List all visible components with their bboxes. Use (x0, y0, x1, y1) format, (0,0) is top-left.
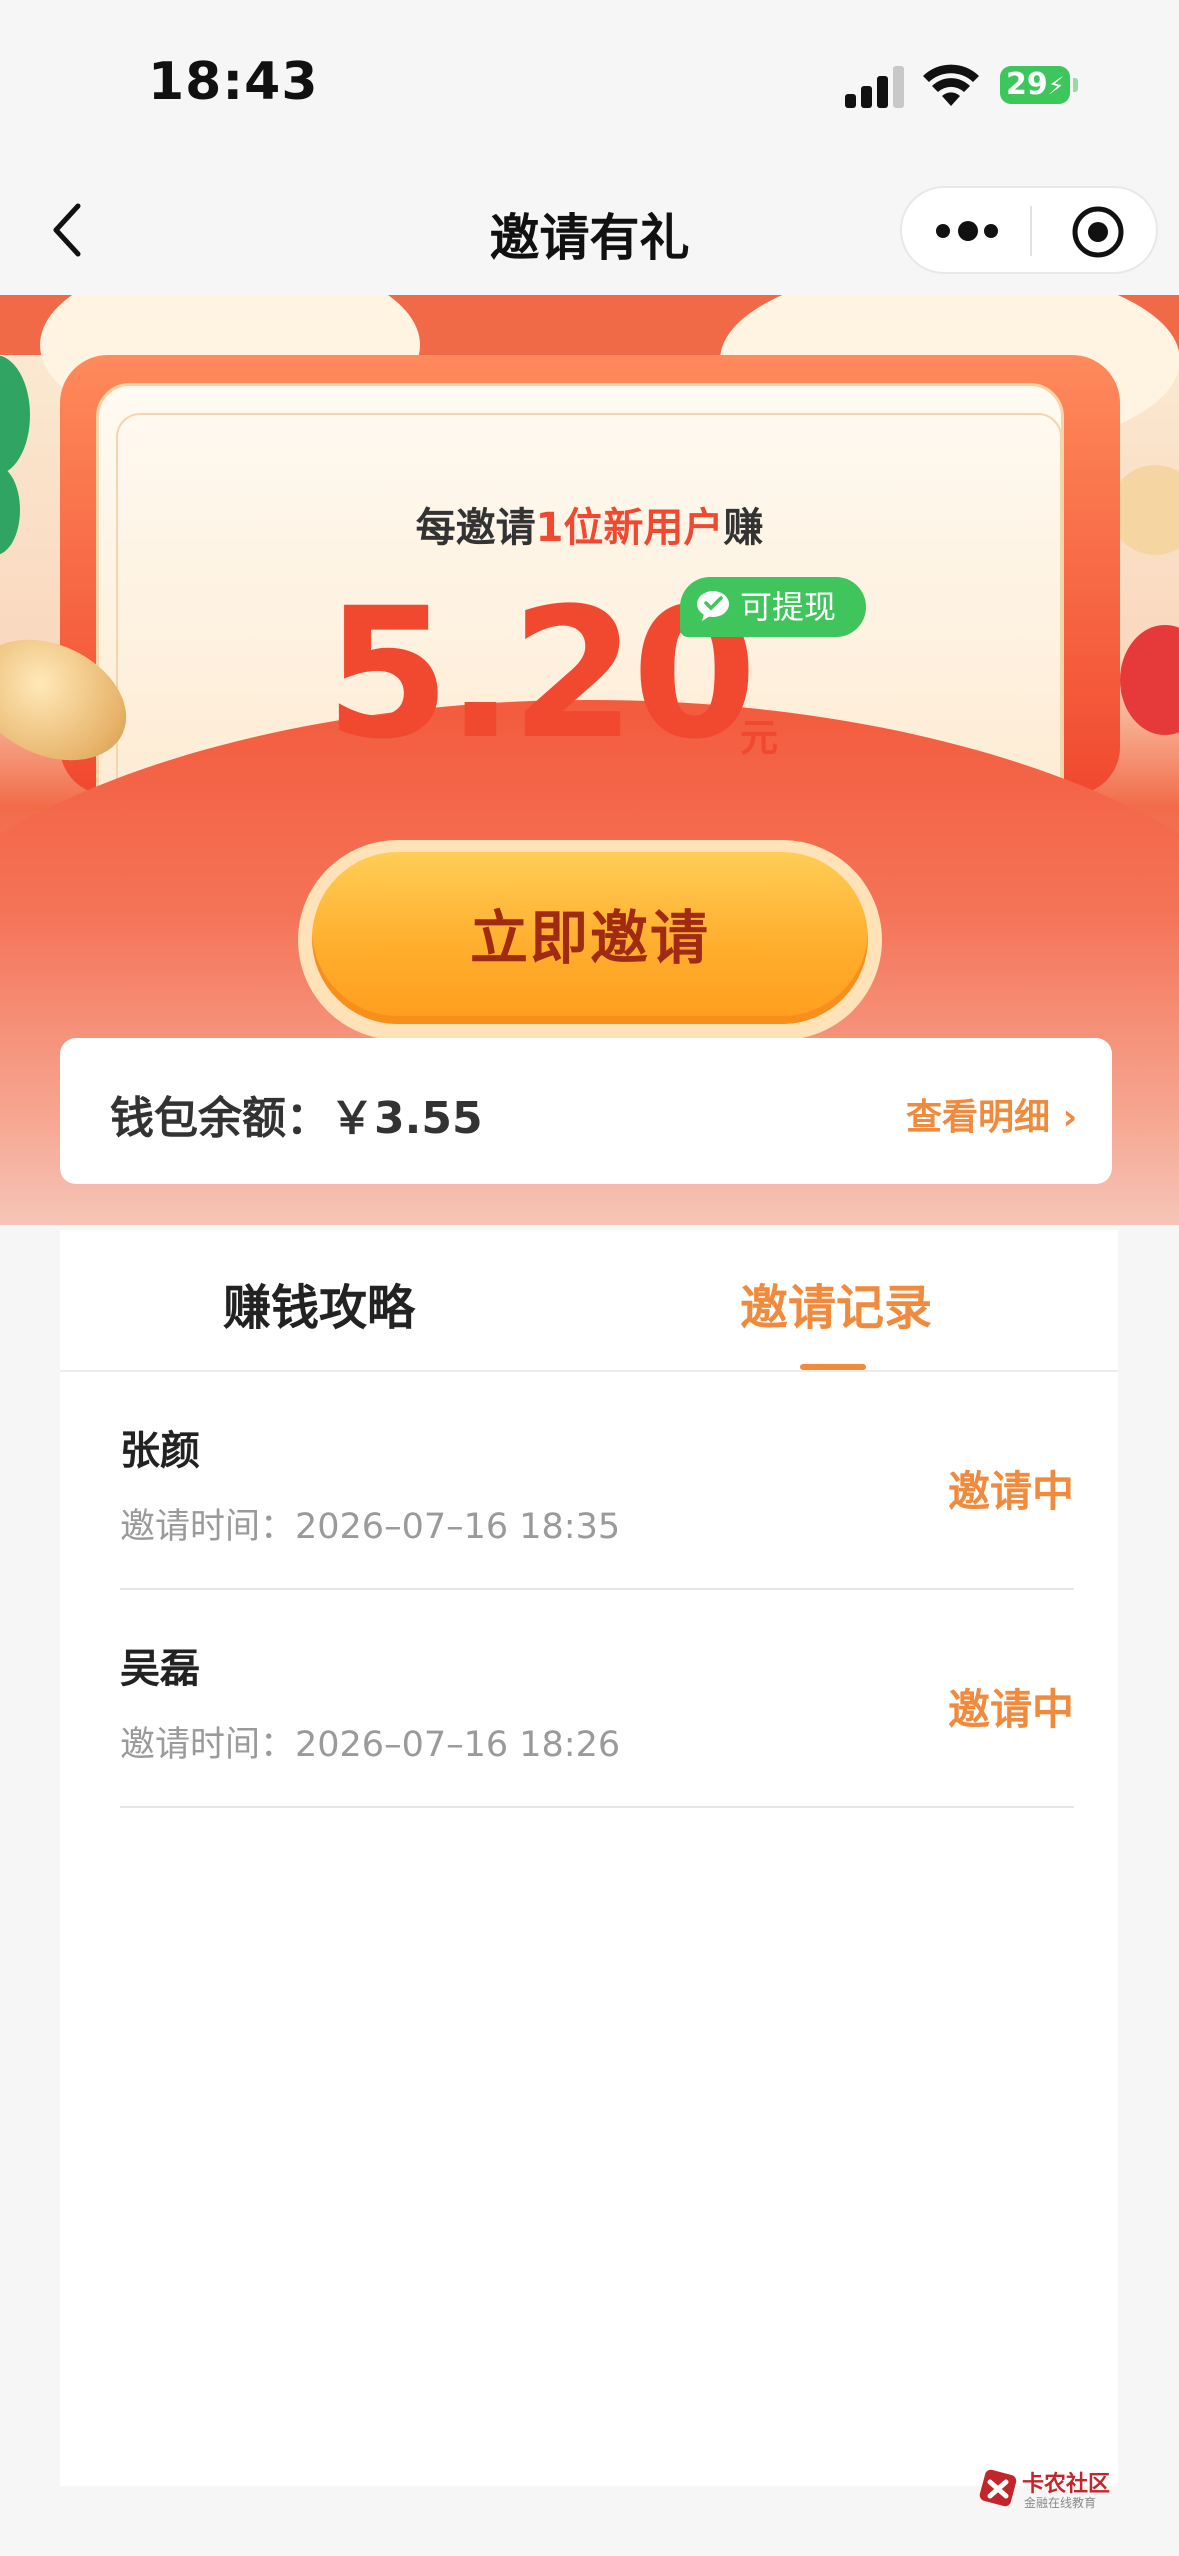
withdrawable-badge: 可提现 (680, 577, 866, 637)
miniprogram-capsule (900, 186, 1158, 274)
reward-unit: 元 (740, 716, 779, 760)
headline-prefix: 每邀请 (415, 505, 536, 551)
invite-now-button[interactable]: 立即邀请 (312, 852, 868, 1024)
list-item[interactable]: 张颜 邀请时间：2026–07–16 18:35 邀请中 (120, 1372, 1074, 1590)
headline-suffix: 赚 (723, 505, 764, 551)
clock: 18:43 (148, 52, 319, 112)
invite-time: 邀请时间：2026–07–16 18:35 (120, 1507, 621, 1547)
status-bar: 18:43 29⚡ (0, 0, 1179, 160)
view-details-link[interactable]: 查看明细 › (906, 1088, 1077, 1140)
tree-decoration (0, 355, 30, 475)
invitee-name: 吴磊 (120, 1646, 200, 1692)
records-panel: 赚钱攻略 邀请记录 张颜 邀请时间：2026–07–16 18:35 邀请中 吴… (60, 1230, 1118, 2486)
invite-status: 邀请中 (948, 1467, 1075, 1516)
watermark-subtitle: 金融在线教育 (1024, 2496, 1097, 2510)
tab-invite-records[interactable]: 邀请记录 (740, 1268, 932, 1338)
battery-level: 29 (1006, 67, 1048, 102)
active-tab-indicator (800, 1364, 866, 1370)
nav-bar: 邀请有礼 (0, 160, 1179, 295)
watermark: 卡农社区 金融在线教育 (978, 2462, 1128, 2514)
withdrawable-text: 可提现 (740, 588, 837, 626)
capsule-divider (1030, 206, 1032, 256)
kanong-logo-icon (979, 2469, 1017, 2507)
list-item[interactable]: 吴磊 邀请时间：2026–07–16 18:26 邀请中 (120, 1590, 1074, 1808)
wallet-balance-card: 钱包余额：￥3.55 查看明细 › (60, 1038, 1112, 1184)
wechat-icon (697, 591, 729, 621)
wallet-balance-label: 钱包余额：￥3.55 (110, 1093, 483, 1144)
wifi-icon (923, 64, 979, 106)
lantern-decoration (1120, 625, 1179, 735)
invite-time: 邀请时间：2026–07–16 18:26 (120, 1725, 621, 1765)
more-options-icon[interactable] (936, 216, 1000, 246)
invitee-name: 张颜 (120, 1428, 200, 1474)
invite-status: 邀请中 (948, 1685, 1075, 1734)
tab-earning-guide[interactable]: 赚钱攻略 (223, 1268, 415, 1338)
headline-highlight: 1位新用户 (535, 505, 724, 551)
cellular-signal-icon (845, 66, 907, 108)
battery-cap (1073, 78, 1078, 92)
battery-icon: 29⚡ (1000, 66, 1070, 104)
row-divider (120, 1806, 1074, 1808)
close-miniprogram-icon[interactable] (1070, 204, 1126, 260)
reward-headline: 每邀请1位新用户赚 (0, 495, 1179, 553)
